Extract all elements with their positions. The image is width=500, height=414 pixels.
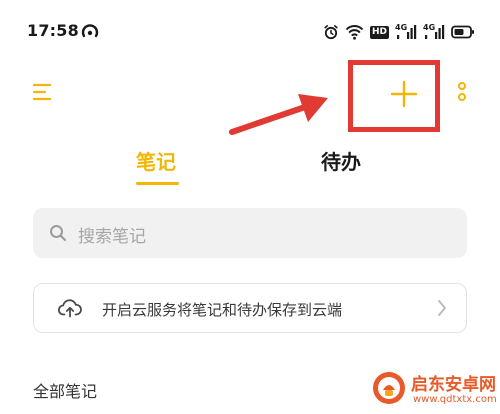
watermark-name: 启东安卓网 — [411, 375, 496, 395]
search-icon — [50, 225, 67, 242]
menu-icon[interactable] — [33, 82, 51, 102]
chevron-right-icon — [438, 300, 446, 316]
status-bar: 17:58 HD 4G 4G — [0, 0, 500, 60]
hotspot-icon — [81, 24, 99, 38]
status-time: 17:58 — [27, 21, 79, 40]
alarm-icon — [324, 25, 338, 40]
watermark-url: www.qdtxtx.com — [413, 394, 497, 405]
signal-icon-2: 4G — [423, 23, 445, 40]
annotation-highlight-box — [348, 60, 440, 132]
watermark-logo-icon — [373, 372, 405, 404]
search-placeholder: 搜索笔记 — [78, 227, 146, 247]
tab-todo[interactable]: 待办 — [321, 146, 361, 175]
cloud-upload-icon — [58, 299, 82, 318]
tab-active-indicator — [136, 182, 179, 185]
more-vertical-icon[interactable] — [456, 82, 468, 104]
wifi-icon — [345, 25, 364, 40]
cloud-service-banner[interactable]: 开启云服务将笔记和待办保存到云端 — [33, 283, 467, 333]
annotation-arrow — [229, 94, 328, 135]
hd-badge: HD — [369, 25, 389, 39]
cloud-banner-text: 开启云服务将笔记和待办保存到云端 — [102, 301, 343, 319]
status-icons: HD 4G 4G — [323, 21, 475, 43]
battery-icon — [451, 25, 474, 39]
tab-notes[interactable]: 笔记 — [136, 146, 176, 175]
watermark: 启东安卓网 www.qdtxtx.com — [365, 364, 500, 414]
signal-icon-1: 4G — [395, 23, 417, 40]
all-notes-heading: 全部笔记 — [33, 382, 98, 401]
search-input[interactable]: 搜索笔记 — [33, 208, 467, 258]
